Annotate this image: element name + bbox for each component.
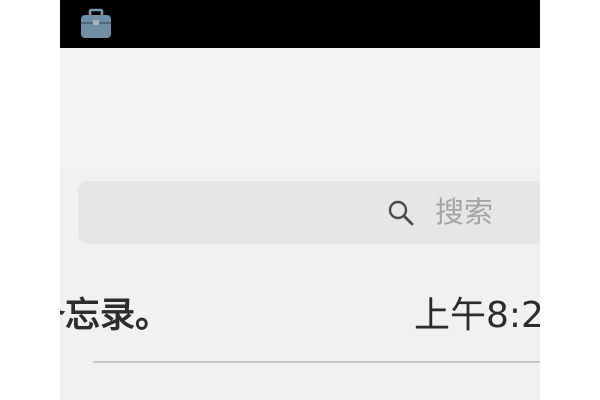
note-divider — [93, 361, 540, 363]
search-bar[interactable]: 搜索 — [78, 181, 540, 244]
header-area — [60, 48, 540, 168]
note-title: 备忘录。 — [60, 296, 171, 336]
search-icon — [388, 200, 414, 226]
notes-app-screen: 搜索 备忘录。 上午8:2 — [60, 0, 540, 400]
briefcase-icon — [81, 8, 111, 38]
note-time: 上午8:2 — [414, 295, 540, 336]
status-bar — [60, 0, 540, 48]
note-list-item[interactable]: 备忘录。 上午8:2 — [60, 270, 540, 362]
search-placeholder: 搜索 — [435, 195, 494, 229]
screenshot-canvas: 搜索 备忘录。 上午8:2 — [0, 0, 600, 400]
